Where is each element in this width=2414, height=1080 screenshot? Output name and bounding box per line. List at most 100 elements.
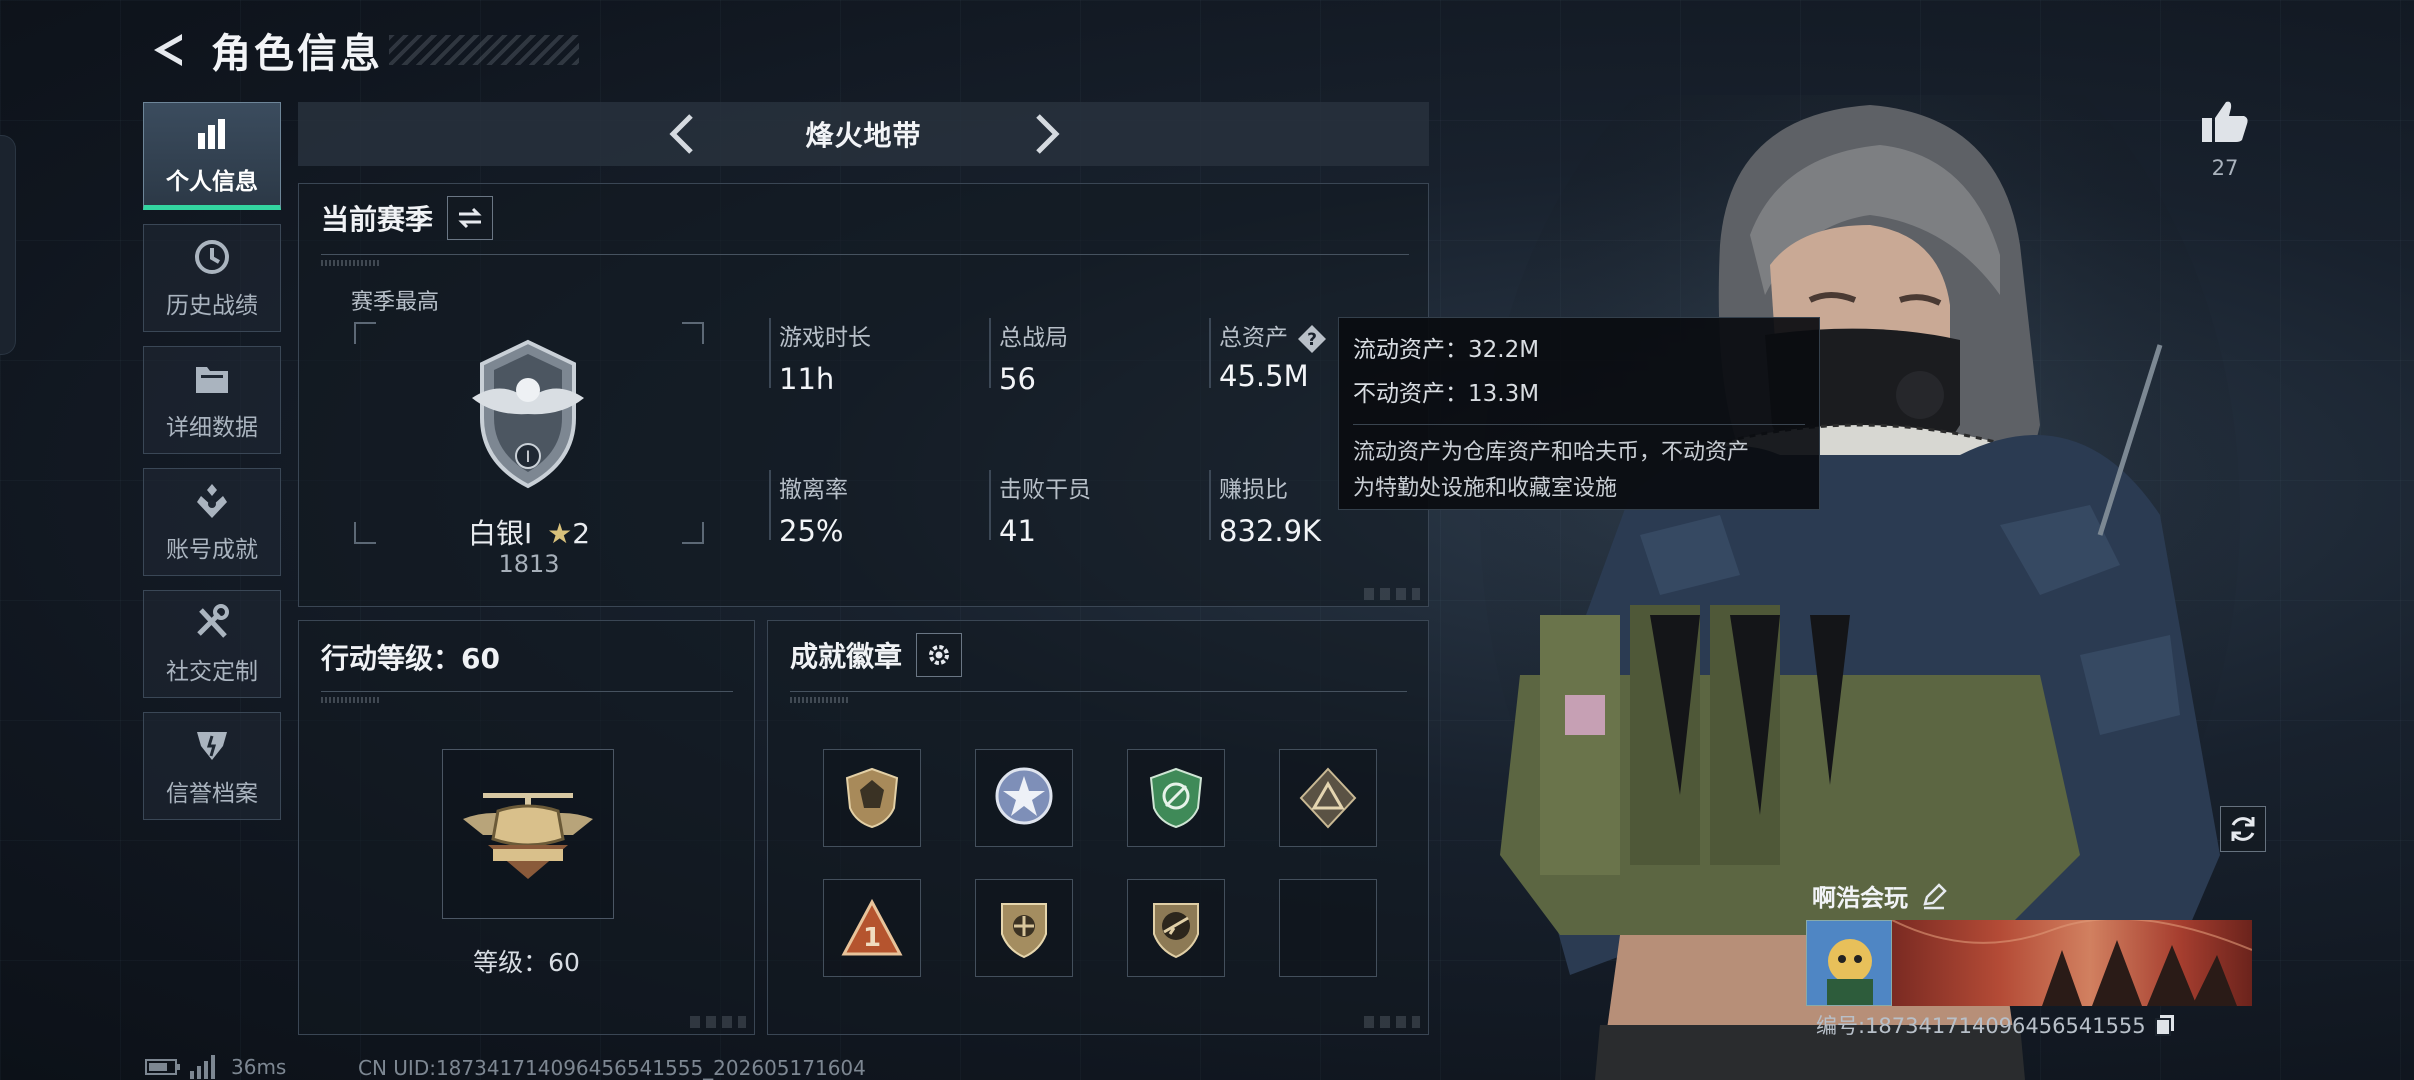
sidebar-item-label: 详细数据 — [166, 415, 258, 441]
helicopter-emblem-icon — [463, 793, 593, 879]
refresh-icon — [2231, 817, 2255, 841]
star-icon: ★ — [547, 517, 573, 550]
sidebar-item-reputation[interactable]: 信誉档案 — [143, 712, 281, 820]
stat-kills: 击败干员 41 — [989, 470, 1091, 548]
player-name-row: 啊浩会玩 — [1812, 878, 1948, 913]
sidebar-item-detailed-data[interactable]: 详细数据 — [143, 346, 281, 454]
thumbs-up-icon — [2202, 101, 2248, 142]
battery-icon — [145, 1059, 180, 1075]
folder-icon — [191, 358, 233, 400]
badge-slot-3[interactable] — [1127, 749, 1225, 847]
page-title: 角色信息 — [211, 31, 383, 77]
rank-score: 1813 — [498, 550, 560, 578]
sidebar-item-label: 社交定制 — [166, 659, 258, 685]
header: 角色信息 — [145, 22, 579, 78]
badge-slot-2[interactable] — [975, 749, 1073, 847]
badge-slot-1[interactable] — [823, 749, 921, 847]
player-id-row: 编号:187341714096456541555 — [1816, 1010, 2176, 1040]
green-badge-icon — [1149, 767, 1203, 829]
rank-display: I 白银I ★2 1813 — [354, 322, 704, 578]
chevron-right-icon — [1036, 114, 1060, 154]
sidebar-item-personal-info[interactable]: 个人信息 — [143, 102, 281, 210]
badge-slot-5[interactable]: 1 — [823, 879, 921, 977]
copy-icon — [2154, 1015, 2174, 1036]
uid-text: CN UID:187341714096456541555_20260517160… — [358, 1056, 866, 1080]
mode-next-button[interactable] — [1023, 110, 1071, 158]
avatar[interactable] — [1806, 920, 1892, 1006]
tan-shield-badge-icon — [1001, 903, 1047, 959]
player-name: 啊浩会玩 — [1812, 884, 1908, 912]
sidebar-item-label: 账号成就 — [166, 537, 258, 563]
help-icon[interactable]: ? — [1296, 323, 1328, 355]
edit-icon — [1923, 882, 1947, 909]
tooltip-liquid-assets: 流动资产：32.2M — [1353, 337, 1540, 363]
level-title: 行动等级：60 — [321, 642, 500, 675]
tooltip-fixed-assets: 不动资产：13.3M — [1353, 381, 1540, 407]
copy-id-button[interactable] — [2154, 1013, 2176, 1037]
swap-icon — [458, 207, 482, 229]
badge-slot-7[interactable] — [1127, 879, 1225, 977]
stat-total-assets: 总资产? 45.5M — [1209, 318, 1328, 393]
rank-name-row: 白银I ★2 — [354, 512, 704, 552]
badge-settings-button[interactable] — [916, 633, 963, 677]
star-badge-icon — [995, 767, 1053, 825]
left-edge-handle[interactable] — [0, 135, 16, 355]
reputation-icon — [191, 724, 233, 766]
sidebar-item-achievements[interactable]: 账号成就 — [143, 468, 281, 576]
badges-title: 成就徽章 — [790, 640, 903, 673]
assets-tooltip: 流动资产：32.2M 不动资产：13.3M 流动资产为仓库资产和哈夫币，不动资产… — [1338, 317, 1820, 510]
tooltip-desc-line2: 为特勤处设施和收藏室设施 — [1353, 476, 1618, 501]
player-card — [1806, 920, 2252, 1006]
sidebar-item-history[interactable]: 历史战绩 — [143, 224, 281, 332]
like-button[interactable] — [2195, 98, 2255, 148]
history-icon — [191, 236, 233, 278]
tooltip-desc-line1: 流动资产为仓库资产和哈夫币，不动资产 — [1353, 440, 1750, 465]
stat-extraction-rate: 撤离率 25% — [769, 470, 848, 548]
stat-profit-ratio: 赚损比 832.9K — [1209, 470, 1321, 548]
like-count: 27 — [2211, 156, 2239, 180]
triangle-badge-icon — [1299, 767, 1357, 829]
status-bar: 36ms — [145, 1055, 286, 1079]
edit-name-button[interactable] — [1920, 882, 1948, 910]
stat-total-matches: 总战局 56 — [989, 318, 1068, 396]
banner-image — [1892, 920, 2252, 1006]
level-label: 等级：60 — [473, 948, 580, 977]
badge-slot-empty[interactable] — [1279, 879, 1377, 977]
silver-rank-emblem-icon: I — [472, 339, 584, 489]
signal-icon — [190, 1055, 215, 1079]
svg-text:?: ? — [1307, 330, 1317, 350]
sidebar: 个人信息 历史战绩 详细数据 账号成就 社交定制 信誉档案 — [143, 102, 281, 834]
tools-icon — [191, 602, 233, 644]
svg-text:I: I — [526, 447, 531, 466]
season-switch-button[interactable] — [447, 196, 494, 240]
player-id: 编号:187341714096456541555 — [1816, 1014, 2146, 1038]
avatar-image — [1807, 921, 1891, 1005]
season-title: 当前赛季 — [321, 203, 434, 236]
player-banner[interactable] — [1892, 920, 2252, 1006]
sidebar-item-label: 个人信息 — [166, 169, 258, 195]
season-panel: 当前赛季 赛季最高 I 白银I ★2 1813 游戏时长 11h 总战局 56 — [298, 183, 1429, 607]
gear-icon — [929, 645, 950, 665]
ping-value: 36ms — [231, 1055, 287, 1079]
rank-stars: 2 — [572, 517, 591, 550]
back-arrow-icon — [154, 34, 182, 66]
sidebar-item-social-custom[interactable]: 社交定制 — [143, 590, 281, 698]
bar-chart-icon — [191, 112, 233, 154]
mode-prev-button[interactable] — [658, 110, 706, 158]
shield-badge-icon — [845, 767, 899, 829]
sidebar-item-label: 信誉档案 — [166, 781, 258, 807]
badge-slot-6[interactable] — [975, 879, 1073, 977]
badge-slot-4[interactable] — [1279, 749, 1377, 847]
achievement-icon — [191, 480, 233, 522]
mode-switcher: 烽火地带 — [298, 102, 1429, 166]
rotate-view-button[interactable] — [2220, 806, 2266, 852]
stat-play-time: 游戏时长 11h — [769, 318, 871, 396]
back-button[interactable] — [145, 27, 191, 73]
like-area: 27 — [2195, 98, 2255, 180]
badges-panel: 成就徽章 1 — [767, 620, 1429, 1035]
level-emblem[interactable] — [442, 749, 614, 919]
rifle-badge-icon — [1153, 903, 1199, 959]
mode-title: 烽火地带 — [805, 119, 922, 152]
chevron-left-icon — [669, 114, 693, 154]
title-decoration — [389, 35, 579, 65]
